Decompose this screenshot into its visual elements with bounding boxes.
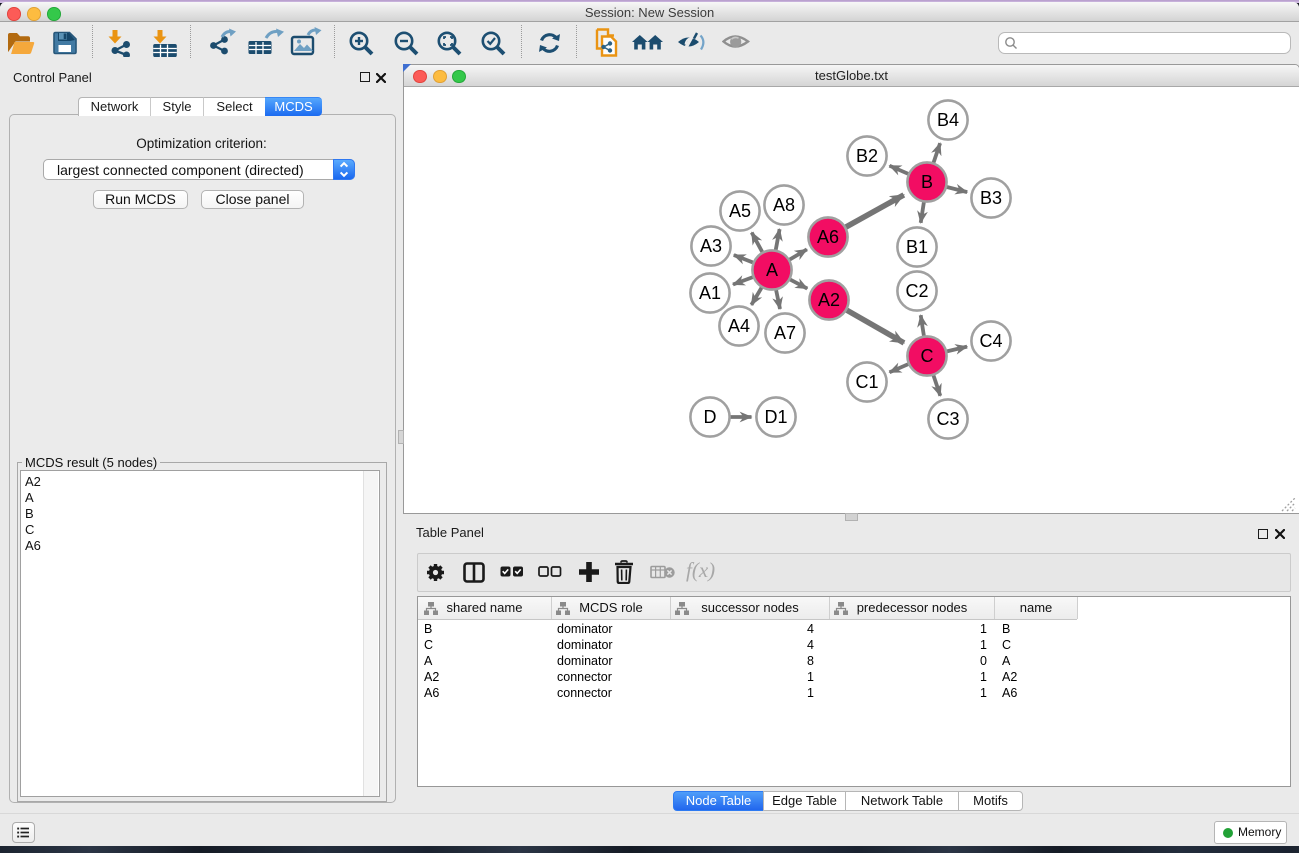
svg-text:D: D (704, 407, 717, 427)
svg-text:B: B (921, 172, 933, 192)
svg-text:C1: C1 (855, 372, 878, 392)
svg-text:C4: C4 (979, 331, 1002, 351)
svg-text:C3: C3 (936, 409, 959, 429)
svg-text:B1: B1 (906, 237, 928, 257)
svg-text:C: C (921, 346, 934, 366)
svg-text:A8: A8 (773, 195, 795, 215)
svg-text:D1: D1 (764, 407, 787, 427)
svg-text:A7: A7 (774, 323, 796, 343)
svg-text:A6: A6 (817, 227, 839, 247)
svg-text:A3: A3 (700, 236, 722, 256)
svg-text:A5: A5 (729, 201, 751, 221)
svg-text:C2: C2 (905, 281, 928, 301)
svg-text:A: A (766, 260, 778, 280)
svg-text:B4: B4 (937, 110, 959, 130)
svg-text:A2: A2 (818, 290, 840, 310)
svg-text:B3: B3 (980, 188, 1002, 208)
svg-text:A1: A1 (699, 283, 721, 303)
svg-text:A4: A4 (728, 316, 750, 336)
svg-text:B2: B2 (856, 146, 878, 166)
